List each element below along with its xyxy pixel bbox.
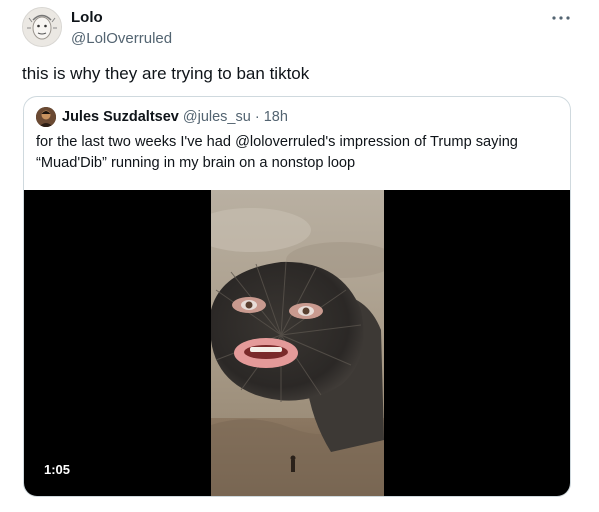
author-avatar-image [23, 8, 61, 46]
quoted-author-name[interactable]: Jules Suzdaltsev [62, 109, 179, 125]
quoted-author-avatar[interactable] [36, 107, 56, 127]
more-horizontal-icon[interactable] [548, 10, 574, 26]
quoted-tweet-text: for the last two weeks I've had @lolover… [36, 134, 518, 171]
video-player[interactable]: 1:05 [24, 190, 570, 496]
quoted-tweet-time[interactable]: 18h [264, 109, 288, 125]
quoted-tweet-header: Jules Suzdaltsev @jules_su · 18h [62, 108, 288, 126]
video-duration-badge: 1:05 [36, 459, 79, 481]
author-avatar[interactable] [22, 7, 62, 47]
tweet-text: this is why they are trying to ban tikto… [22, 64, 310, 83]
video-frame[interactable] [211, 190, 384, 496]
quoted-author-handle[interactable]: @jules_su [183, 109, 251, 125]
meta-separator: · [254, 109, 260, 125]
author-name[interactable]: Lolo [71, 9, 103, 27]
quoted-tweet-card[interactable]: Jules Suzdaltsev @jules_su · 18h for the… [23, 96, 571, 497]
video-thumbnail-image [211, 190, 384, 496]
author-handle[interactable]: @LolOverruled [71, 30, 172, 48]
